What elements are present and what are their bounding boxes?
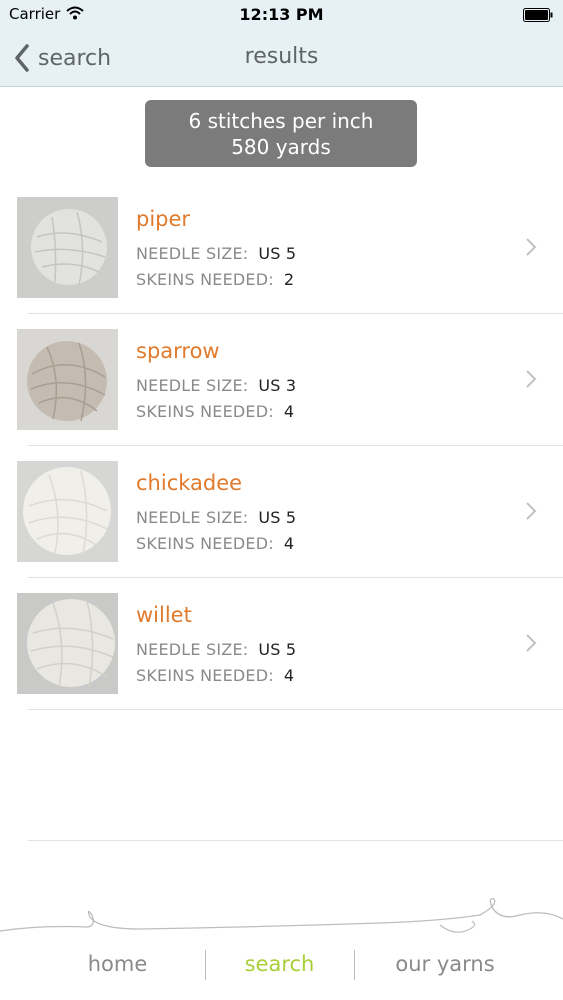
skeins-needed-value: 4	[283, 534, 295, 553]
search-summary-badge: 6 stitches per inch 580 yards	[145, 100, 417, 167]
yarn-name: sparrow	[136, 339, 220, 363]
skeins-needed-value: 4	[283, 666, 295, 685]
row-divider	[28, 709, 563, 710]
result-row-piper[interactable]: piper NEEDLE SIZE: US 5 SKEINS NEEDED: 2	[0, 182, 563, 314]
page-title: results	[244, 44, 319, 69]
yarn-thumbnail	[17, 461, 118, 562]
tab-our-yarns[interactable]: our yarns	[375, 952, 515, 976]
result-row-willet[interactable]: willet NEEDLE SIZE: US 5 SKEINS NEEDED: 4	[0, 578, 563, 710]
yarn-name: piper	[136, 207, 191, 231]
skeins-needed-value: 2	[283, 270, 295, 289]
yarn-thumbnail	[17, 593, 118, 694]
skeins-needed-line: SKEINS NEEDED: 2	[136, 270, 294, 289]
skeins-needed-label: SKEINS NEEDED:	[136, 534, 274, 553]
skeins-needed-label: SKEINS NEEDED:	[136, 270, 274, 289]
status-bar: Carrier 12:13 PM	[0, 0, 563, 30]
skeins-needed-line: SKEINS NEEDED: 4	[136, 666, 294, 685]
needle-size-line: NEEDLE SIZE: US 5	[136, 244, 296, 263]
results-list: piper NEEDLE SIZE: US 5 SKEINS NEEDED: 2 s…	[0, 182, 563, 710]
needle-size-value: US 3	[258, 376, 297, 395]
needle-size-label: NEEDLE SIZE:	[136, 640, 249, 659]
yarn-strand-decoration	[0, 898, 563, 933]
needle-size-value: US 5	[258, 640, 297, 659]
tab-separator	[205, 950, 206, 980]
yarn-name: chickadee	[136, 471, 243, 495]
yarn-name: willet	[136, 603, 192, 627]
chevron-right-icon	[526, 634, 537, 652]
needle-size-line: NEEDLE SIZE: US 3	[136, 376, 296, 395]
clock: 12:13 PM	[239, 5, 324, 24]
needle-size-line: NEEDLE SIZE: US 5	[136, 508, 296, 527]
battery-icon	[523, 8, 553, 22]
result-row-chickadee[interactable]: chickadee NEEDLE SIZE: US 5 SKEINS NEEDED…	[0, 446, 563, 578]
skeins-needed-label: SKEINS NEEDED:	[136, 402, 274, 421]
yardage-summary: 580 yards	[231, 135, 331, 159]
yarn-thumbnail	[17, 197, 118, 298]
skeins-needed-value: 4	[283, 402, 295, 421]
chevron-right-icon	[526, 502, 537, 520]
needle-size-label: NEEDLE SIZE:	[136, 508, 249, 527]
chevron-right-icon	[526, 370, 537, 388]
yarn-thumbnail	[17, 329, 118, 430]
tab-bar: home search our yarns	[0, 946, 563, 986]
needle-size-value: US 5	[258, 508, 297, 527]
gauge-summary: 6 stitches per inch	[188, 109, 374, 133]
needle-size-label: NEEDLE SIZE:	[136, 376, 249, 395]
skeins-needed-label: SKEINS NEEDED:	[136, 666, 274, 685]
needle-size-label: NEEDLE SIZE:	[136, 244, 249, 263]
needle-size-line: NEEDLE SIZE: US 5	[136, 640, 296, 659]
tab-search[interactable]: search	[222, 952, 337, 976]
result-row-sparrow[interactable]: sparrow NEEDLE SIZE: US 3 SKEINS NEEDED: 4	[0, 314, 563, 446]
tab-home[interactable]: home	[60, 952, 175, 976]
skeins-needed-line: SKEINS NEEDED: 4	[136, 402, 294, 421]
empty-row-divider	[28, 840, 563, 841]
chevron-right-icon	[526, 238, 537, 256]
tab-separator	[354, 950, 355, 980]
skeins-needed-line: SKEINS NEEDED: 4	[136, 534, 294, 553]
needle-size-value: US 5	[258, 244, 297, 263]
navigation-bar: search results	[0, 30, 563, 87]
